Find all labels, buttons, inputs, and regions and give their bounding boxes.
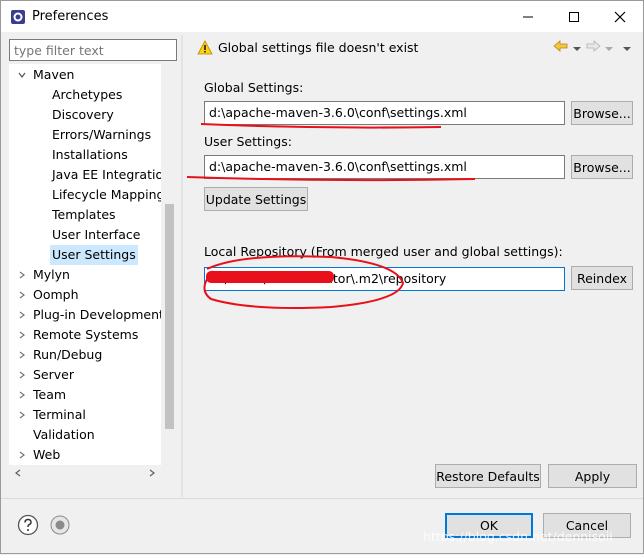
footer-separator [1,498,643,499]
watermark-text: https://blog.csdn.net/dennisoil [423,529,613,544]
chevron-right-icon[interactable] [17,265,27,285]
back-arrow-icon[interactable] [553,40,569,55]
tree-item[interactable]: User Interface [50,225,142,245]
page-message: Global settings file doesn't exist [218,40,419,55]
tree-item[interactable]: Server [19,365,76,385]
preferences-window: Preferences Maven Archetypes Discovery Erro… [0,0,644,554]
local-repository-label: Local Repository (From merged user and g… [204,244,563,259]
chevron-right-icon[interactable] [17,445,27,465]
tree-item-label: Maven [33,67,75,82]
filter-input[interactable] [9,39,177,61]
reindex-button[interactable]: Reindex [571,266,633,290]
tree-item[interactable]: Run/Debug [19,345,104,365]
chevron-right-icon[interactable] [17,365,27,385]
tree-item[interactable]: Oomph [19,285,81,305]
tree-item[interactable]: Remote Systems [19,325,140,345]
close-button[interactable] [597,1,643,32]
scroll-right-icon[interactable] [145,466,159,480]
global-settings-label: Global Settings: [204,80,304,95]
forward-dropdown-icon[interactable] [605,40,613,55]
record-icon[interactable] [49,514,71,539]
chevron-down-icon[interactable] [17,65,27,85]
title-bar[interactable]: Preferences [1,1,643,32]
page-header: Global settings file doesn't exist [185,35,637,61]
tree-item[interactable]: Templates [50,205,118,225]
forward-arrow-icon[interactable] [585,40,601,55]
tree-item-label: Templates [52,207,116,222]
warning-icon [197,40,213,59]
tree-item-label: Lifecycle Mappings [52,187,161,202]
preference-tree[interactable]: Maven Archetypes Discovery Errors/Warnings I… [9,64,177,481]
window-title: Preferences [32,9,109,24]
tree-item-label: Web [33,447,61,462]
maximize-button[interactable] [551,1,597,32]
tree-item-label: Run/Debug [33,347,103,362]
scrollbar-corner [161,465,177,481]
minimize-icon [523,16,533,17]
redaction-mark [206,271,334,283]
tree-item[interactable]: Plug-in Development [19,305,161,325]
chevron-right-icon[interactable] [17,285,27,305]
tree-item[interactable]: Archetypes [50,85,124,105]
user-settings-field[interactable]: d:\apache-maven-3.6.0\conf\settings.xml [204,155,565,179]
tree-item[interactable]: Mylyn [19,265,72,285]
close-icon [614,11,626,22]
page-navigation [553,40,631,55]
minimize-button[interactable] [505,1,551,32]
tree-item[interactable]: Terminal [19,405,88,425]
tree-item[interactable]: Web [19,445,62,465]
scroll-left-icon[interactable] [11,466,25,480]
global-browse-button[interactable]: Browse... [571,101,633,125]
tree-item-label: Java EE Integration [52,167,161,182]
tree-item-label: Archetypes [52,87,123,102]
update-settings-button[interactable]: Update Settings [204,187,308,211]
eclipse-icon [10,9,26,25]
tree-item-label: Validation [33,427,95,442]
tree-vertical-scrollbar[interactable] [161,64,177,465]
user-settings-label: User Settings: [204,134,292,149]
tree-item-label: Plug-in Development [33,307,161,322]
tree-item[interactable]: Installations [50,145,130,165]
tree-item-label: Errors/Warnings [52,127,152,142]
tree-horizontal-scrollbar[interactable] [9,465,177,481]
tree-item[interactable]: Validation [31,425,97,445]
tree-item[interactable]: User Settings [50,245,138,265]
pane-sash[interactable] [181,35,183,497]
tree-viewport: Maven Archetypes Discovery Errors/Warnings I… [9,64,161,465]
scrollbar-thumb[interactable] [165,204,174,429]
help-icon[interactable] [17,514,39,539]
tree-item[interactable]: Errors/Warnings [50,125,153,145]
maximize-icon [569,11,579,22]
tree-item-label: Terminal [33,407,86,422]
restore-defaults-button[interactable]: Restore Defaults [435,464,541,488]
tree-item-label: Mylyn [33,267,70,282]
tree-item-label: Remote Systems [33,327,139,342]
tree-item-label: User Interface [52,227,141,242]
tree-item[interactable]: Java EE Integration [50,165,161,185]
tree-item-label: Discovery [52,107,114,122]
user-browse-button[interactable]: Browse... [571,155,633,179]
tree-item-label: Team [33,387,67,402]
tree-item[interactable]: Maven [18,65,76,85]
tree-item[interactable]: Team [19,385,68,405]
view-menu-icon[interactable] [623,40,631,55]
tree-item[interactable]: Discovery [50,105,116,125]
chevron-right-icon[interactable] [17,385,27,405]
global-settings-field[interactable]: d:\apache-maven-3.6.0\conf\settings.xml [204,101,565,125]
chevron-right-icon[interactable] [17,325,27,345]
back-dropdown-icon[interactable] [573,40,581,55]
tree-item[interactable]: Lifecycle Mappings [50,185,161,205]
chevron-right-icon[interactable] [17,405,27,425]
tree-item-label: Oomph [33,287,79,302]
tree-item-label: User Settings [52,247,136,262]
tree-item-label: Installations [52,147,128,162]
chevron-right-icon[interactable] [17,305,27,325]
chevron-right-icon[interactable] [17,345,27,365]
apply-button[interactable]: Apply [548,464,637,488]
tree-item-label: Server [33,367,74,382]
